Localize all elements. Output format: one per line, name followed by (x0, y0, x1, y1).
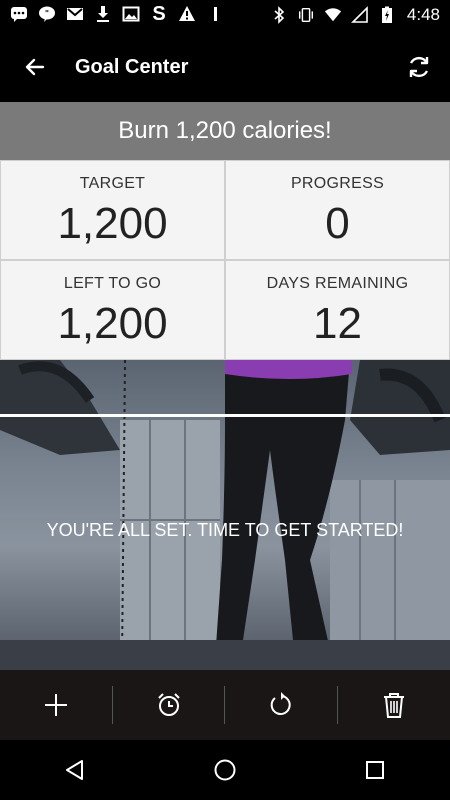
vibrate-icon (297, 6, 315, 24)
reset-button[interactable] (225, 670, 338, 740)
stat-label: DAYS REMAINING (266, 275, 409, 292)
recents-square-icon (366, 761, 384, 779)
nav-recents-button[interactable] (355, 750, 395, 790)
stat-label: PROGRESS (290, 175, 385, 192)
signal-bar-icon (206, 5, 224, 23)
cell-signal-icon (350, 6, 369, 24)
home-circle-icon (214, 759, 236, 781)
wifi-icon (324, 6, 342, 24)
bluetooth-icon (270, 6, 288, 24)
delete-button[interactable] (338, 670, 450, 740)
s-app-icon: S (152, 2, 166, 25)
stat-value: 12 (313, 299, 362, 348)
stat-value: 0 (325, 199, 350, 248)
stat-value: 1,200 (57, 299, 168, 348)
app-bar: Goal Center (0, 32, 450, 102)
download-icon (94, 5, 112, 23)
image-icon (122, 5, 140, 23)
nav-back-button[interactable] (55, 750, 95, 790)
treadmill-background (0, 360, 450, 670)
hero-image: YOU'RE ALL SET. TIME TO GET STARTED! (0, 360, 450, 670)
hero-message: YOU'RE ALL SET. TIME TO GET STARTED! (46, 520, 404, 540)
back-triangle-icon (66, 760, 83, 780)
clock: 4:48 (406, 5, 440, 24)
stat-target: TARGET 1,200 (1, 161, 224, 259)
page-title: Goal Center (75, 56, 189, 78)
nav-home-button[interactable] (205, 750, 245, 790)
stat-progress: PROGRESS 0 (226, 161, 449, 259)
gmail-icon (66, 5, 84, 23)
add-icon (45, 694, 68, 716)
stat-label: LEFT TO GO (63, 275, 162, 292)
divider-line (0, 414, 450, 417)
status-bar: " S 4:48 (0, 0, 450, 32)
stat-left-to-go: LEFT TO GO 1,200 (1, 261, 224, 359)
add-button[interactable] (0, 670, 113, 740)
notification-icons: " S (10, 2, 224, 25)
warning-icon (178, 5, 196, 23)
alarm-icon (158, 693, 180, 716)
goal-title: Burn 1,200 calories! (0, 102, 450, 160)
refresh-button[interactable] (402, 50, 436, 84)
battery-icon (378, 6, 396, 24)
stat-days-remaining: DAYS REMAINING 12 (226, 261, 449, 359)
system-icons: 4:48 (270, 5, 440, 25)
goal-stats-grid: TARGET 1,200 PROGRESS 0 LEFT TO GO 1,200… (0, 160, 450, 360)
svg-text:": " (45, 9, 49, 18)
refresh-icon (409, 56, 429, 78)
system-nav-bar (0, 740, 450, 800)
reminder-button[interactable] (113, 670, 225, 740)
trash-icon (383, 693, 404, 718)
bottom-toolbar (0, 670, 450, 740)
chat-icon: " (38, 5, 56, 23)
stat-value: 1,200 (57, 199, 168, 248)
hangouts-icon (10, 5, 28, 23)
back-button[interactable] (18, 50, 52, 84)
stat-label: TARGET (79, 175, 146, 192)
reset-icon (270, 692, 291, 715)
arrow-back-icon (25, 58, 45, 76)
